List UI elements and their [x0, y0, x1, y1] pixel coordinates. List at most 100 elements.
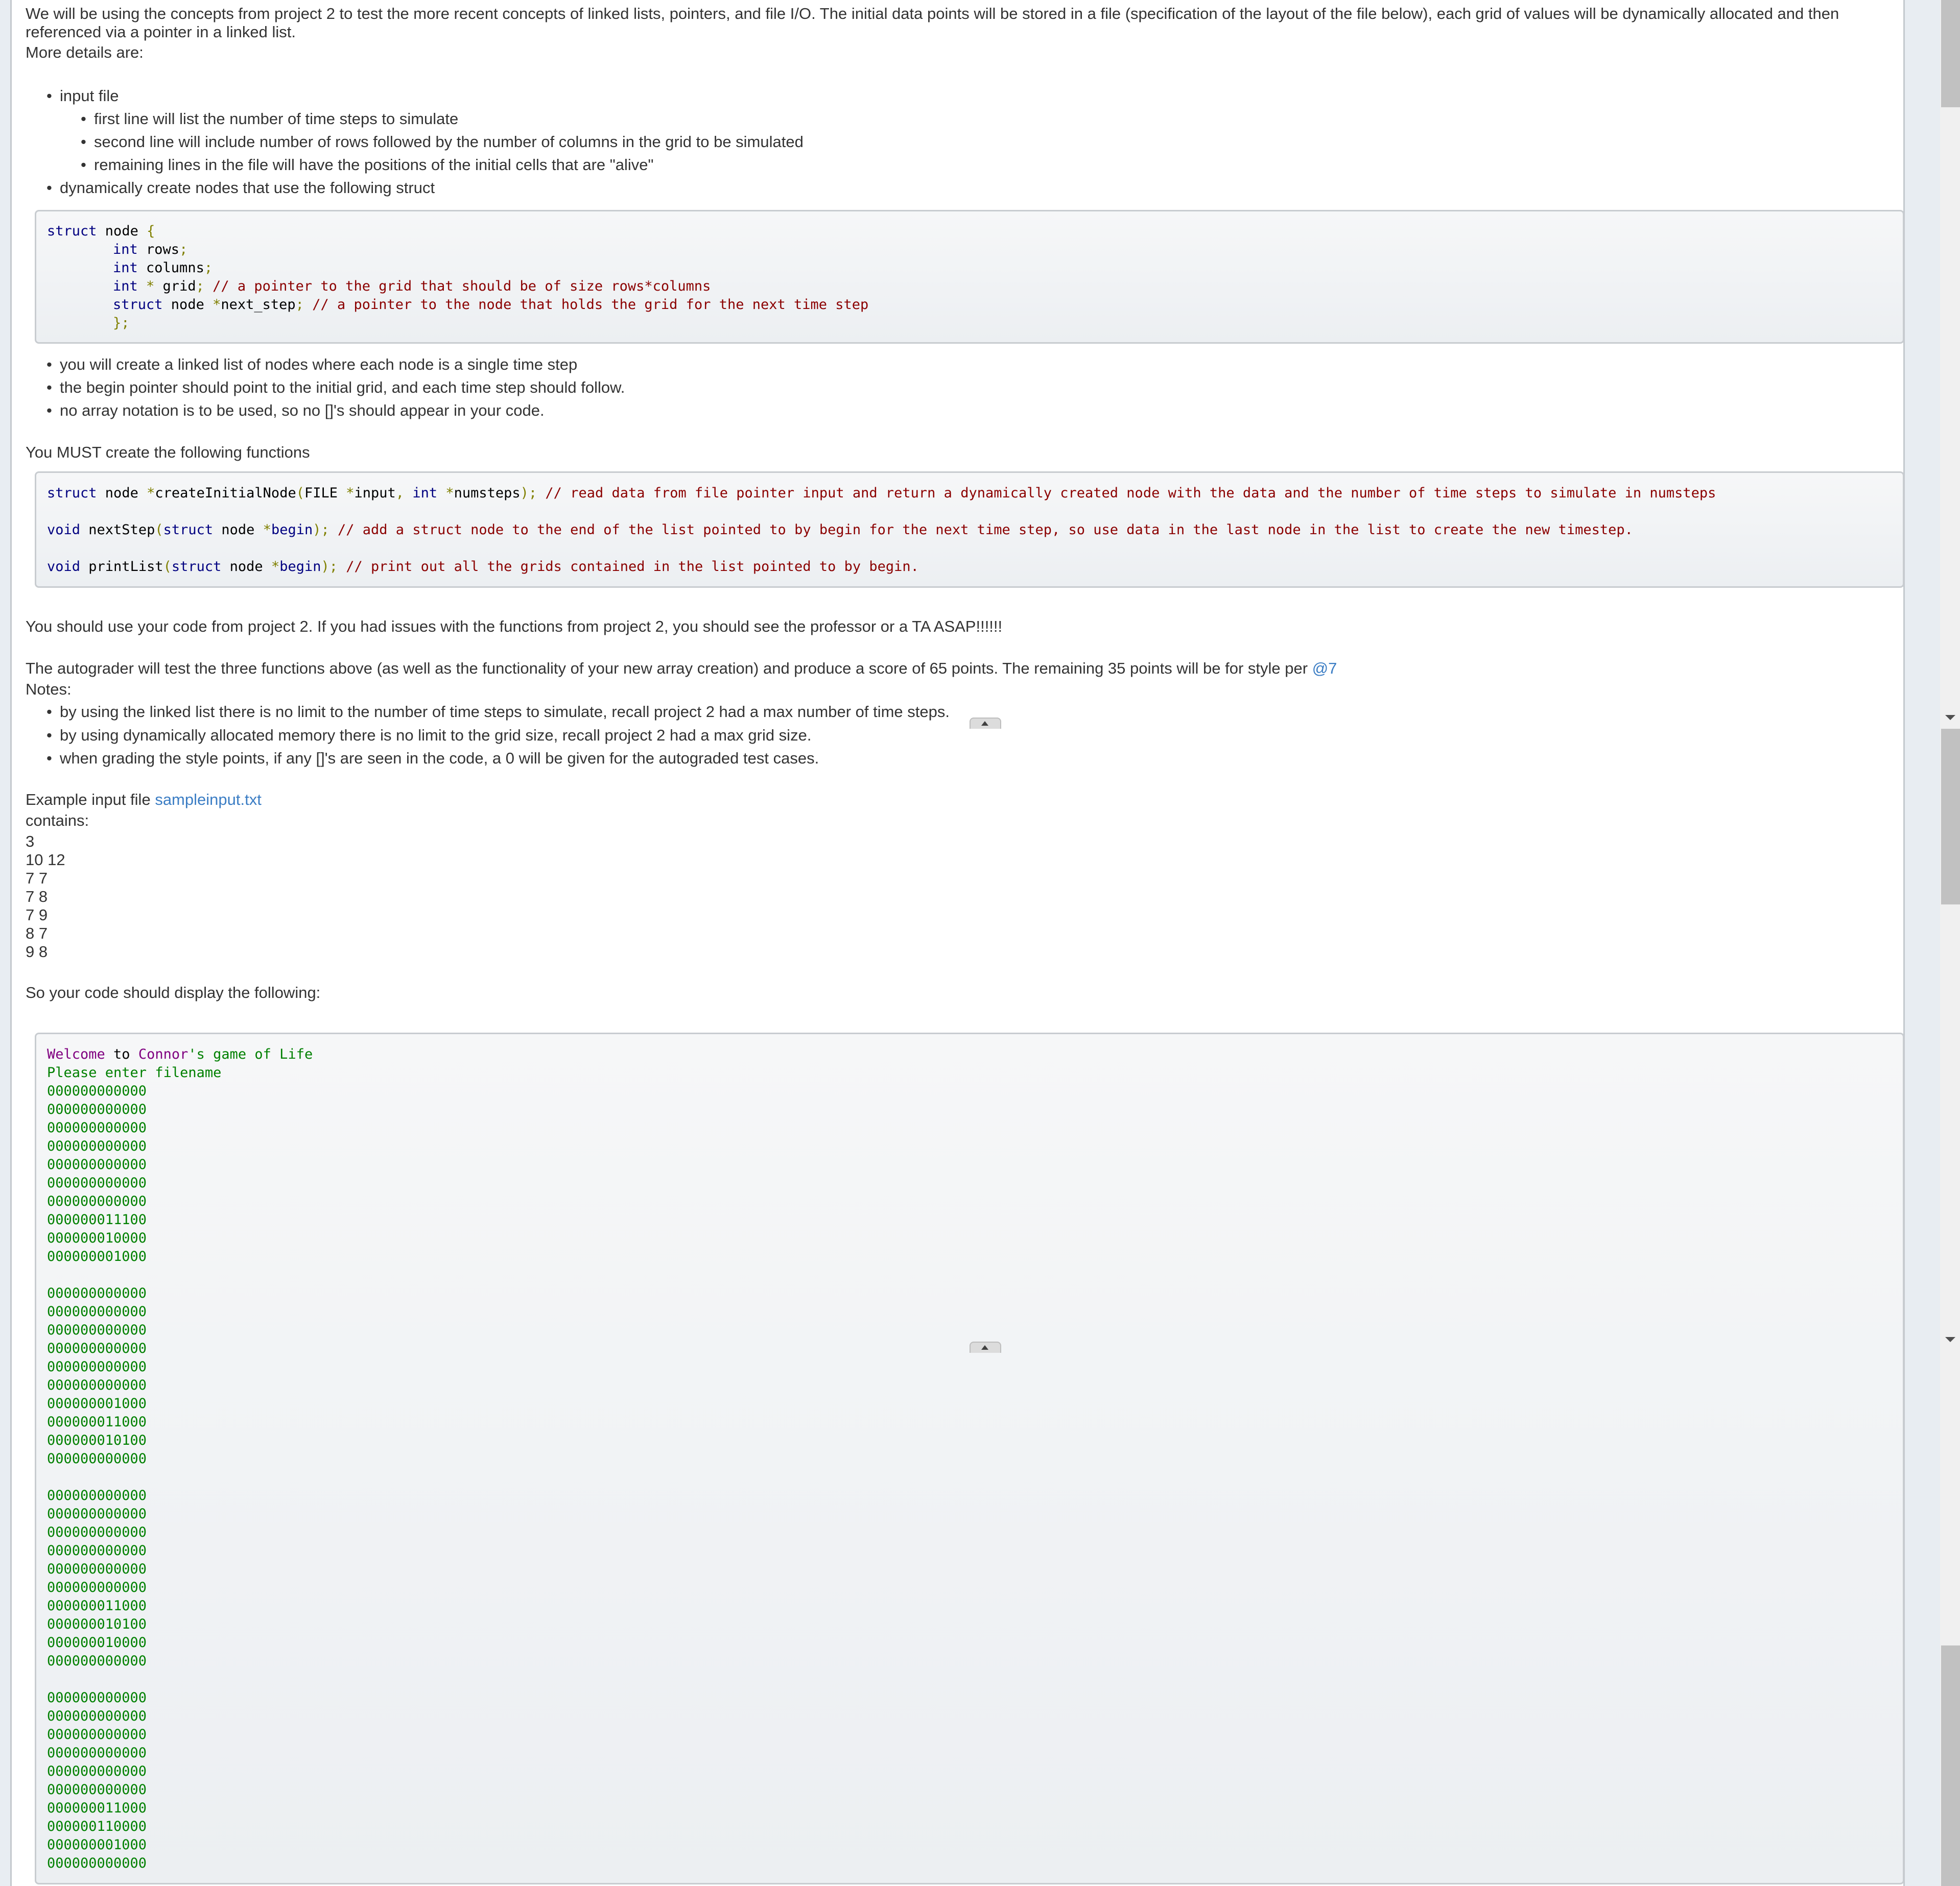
grid-row: 000000000000 — [47, 1488, 147, 1503]
example-file-line: 9 8 — [26, 943, 48, 961]
code-line: struct node { — [47, 222, 155, 241]
grid-row: 000000000000 — [47, 1745, 147, 1761]
bullet-input-file: input file — [46, 87, 119, 105]
must-create-heading: You MUST create the following functions — [26, 443, 310, 461]
code-line: int columns; — [113, 259, 212, 277]
code-text: input — [354, 485, 396, 501]
grid-row: 000000000000 — [47, 1451, 147, 1467]
code-text: next_step — [221, 297, 296, 313]
code-keyword: struct — [47, 485, 97, 501]
note-bullet: by using the linked list there is no lim… — [46, 703, 950, 721]
left-border — [0, 0, 12, 1886]
post-reference-link[interactable]: @7 — [1312, 659, 1337, 677]
code-function-name: printList — [80, 559, 163, 575]
display-intro: So your code should display the followin… — [26, 984, 321, 1001]
example-file-line: 10 12 — [26, 851, 65, 869]
code-punct: * — [346, 485, 355, 501]
grid-row: 000000000000 — [47, 1506, 147, 1522]
code-arg: begin — [271, 522, 313, 538]
code-punct: * — [271, 559, 280, 575]
code-punct: { — [147, 223, 155, 239]
code-punct: * — [137, 278, 155, 294]
grid-row: 000000000000 — [47, 1193, 147, 1209]
grid-row: 000000010100 — [47, 1616, 147, 1632]
list-bullet: the begin pointer should point to the in… — [46, 378, 625, 397]
code-text: numsteps — [454, 485, 521, 501]
scrollbar-track[interactable] — [1940, 0, 1960, 1886]
grid-row: 000000000000 — [47, 1083, 147, 1099]
grid-row: 000000000000 — [47, 1102, 147, 1117]
code-function-name: createInitialNode — [155, 485, 296, 501]
scroll-down-arrow-icon[interactable] — [1945, 1337, 1955, 1342]
grid-row: 000000010100 — [47, 1433, 147, 1448]
note-bullet: by using dynamically allocated memory th… — [46, 726, 811, 745]
example-file-line: 7 8 — [26, 888, 48, 905]
code-text: node — [97, 223, 147, 239]
scrollbar-thumb[interactable] — [1941, 1645, 1960, 1886]
collapse-toggle-button[interactable] — [970, 718, 1001, 729]
grid-row: 000000000000 — [47, 1304, 147, 1320]
grid-row: 000000000000 — [47, 1763, 147, 1779]
autograder-text: The autograder will test the three funct… — [26, 659, 1312, 677]
code-keyword: void — [47, 559, 81, 575]
grid-row: 000000000000 — [47, 1285, 147, 1301]
example-file-line: 8 7 — [26, 924, 48, 942]
grid-row: 000000000000 — [47, 1524, 147, 1540]
grid-row: 000000000000 — [47, 1175, 147, 1191]
code-punct: ; — [204, 260, 213, 276]
example-input-line: Example input file sampleinput.txt — [26, 791, 262, 809]
code-punct: ); — [313, 522, 329, 538]
intro-paragraph: We will be using the concepts from proje… — [26, 5, 1839, 41]
scrollbar-thumb[interactable] — [1941, 729, 1960, 904]
grid-row: 000000000000 — [47, 1322, 147, 1338]
list-bullet: no array notation is to be used, so no [… — [46, 401, 545, 420]
code-function-name: nextStep — [80, 522, 155, 538]
code-text: grid — [154, 278, 196, 294]
code-line: struct node *next_step; // a pointer to … — [113, 296, 868, 314]
bullet-sub: second line will include number of rows … — [81, 133, 804, 151]
note-bullet: when grading the style points, if any []… — [46, 749, 819, 768]
grid-row: 000000011000 — [47, 1800, 147, 1816]
code-punct: * — [147, 485, 155, 501]
more-details-label: More details are: — [26, 43, 144, 61]
code-line: void printList(struct node *begin); // p… — [47, 558, 919, 576]
sample-file-link[interactable]: sampleinput.txt — [155, 791, 262, 808]
example-file-line: 3 — [26, 832, 35, 850]
code-text: Connor — [138, 1046, 188, 1062]
code-line: void nextStep(struct node *begin); // ad… — [47, 521, 1633, 539]
bullet-sub: first line will list the number of time … — [81, 110, 458, 128]
contains-label: contains: — [26, 811, 89, 829]
grid-row: 000000000000 — [47, 1138, 147, 1154]
notes-label: Notes: — [26, 680, 72, 698]
example-file-line: 7 9 — [26, 906, 48, 924]
collapse-toggle-button[interactable] — [970, 1342, 1001, 1353]
code-punct: ; — [179, 242, 188, 257]
grid-row: 000000011000 — [47, 1414, 147, 1430]
code-text: FILE — [304, 485, 346, 501]
grid-row: 000000000000 — [47, 1727, 147, 1742]
output-code-block — [35, 1033, 1904, 1884]
grid-row: 000000000000 — [47, 1157, 147, 1173]
code-text: node — [221, 559, 271, 575]
example-label: Example input file — [26, 791, 155, 808]
code-text: to — [105, 1046, 138, 1062]
code-keyword: struct — [163, 522, 214, 538]
bullet-dynamic-nodes: dynamically create nodes that use the fo… — [46, 179, 435, 197]
example-file-line: 7 7 — [26, 869, 48, 887]
list-bullet: you will create a linked list of nodes w… — [46, 355, 577, 374]
code-text: node — [213, 522, 263, 538]
code-comment: // a pointer to the node that holds the … — [303, 297, 869, 313]
grid-row: 000000001000 — [47, 1249, 147, 1264]
grid-row: 000000000000 — [47, 1543, 147, 1559]
scrollbar-thumb[interactable] — [1941, 0, 1960, 107]
code-comment: // a pointer to the grid that should be … — [204, 278, 711, 294]
code-comment: // read data from file pointer input and… — [537, 485, 1716, 501]
code-arg: begin — [279, 559, 321, 575]
code-text: rows — [137, 242, 180, 257]
grid-row: 000000000000 — [47, 1690, 147, 1706]
scroll-down-arrow-icon[interactable] — [1945, 715, 1955, 720]
code-punct: ); — [321, 559, 338, 575]
autograder-paragraph: The autograder will test the three funct… — [26, 659, 1337, 678]
code-text: Welcome — [47, 1046, 105, 1062]
grid-row: 000000000000 — [47, 1708, 147, 1724]
